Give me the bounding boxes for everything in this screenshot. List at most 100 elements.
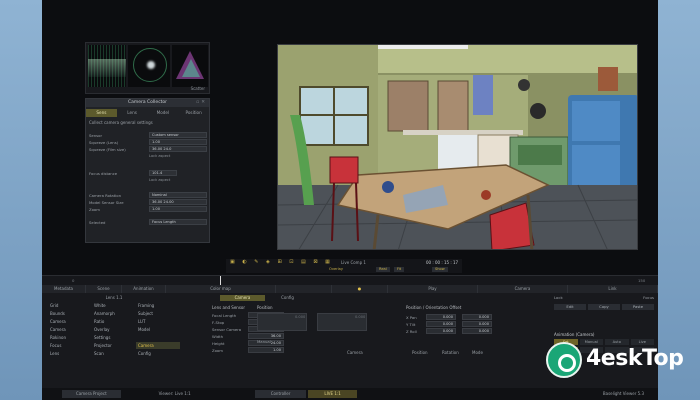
- transport-icons[interactable]: ▣ ◐ ✎ ◈ ⊞ ⊡ ▤ ⊠ ▦: [230, 259, 333, 266]
- watermark-logo-icon: [546, 342, 582, 378]
- toolbar-empty-1[interactable]: [276, 285, 332, 293]
- paste-button[interactable]: Paste: [622, 304, 654, 310]
- watermark: 4eskTop: [546, 340, 696, 378]
- position-value: 0.000: [355, 315, 366, 319]
- timeline-ruler[interactable]: 0 150: [42, 275, 658, 286]
- show-button[interactable]: Show: [432, 267, 448, 272]
- vectorscope: [128, 45, 170, 87]
- library-item[interactable]: Ratio: [92, 318, 136, 325]
- library-item[interactable]: Anamorph: [92, 310, 136, 317]
- toolbar-indicator[interactable]: ●: [332, 285, 388, 293]
- library-item[interactable]: Overlay: [92, 326, 136, 333]
- lock-aspect-checkbox[interactable]: Lock aspect: [149, 154, 170, 158]
- focus-distance-field[interactable]: 101.4: [149, 170, 177, 176]
- squeeze-lens-field[interactable]: 1.00: [149, 139, 207, 145]
- field-label: Focus distance: [89, 171, 118, 176]
- library-item[interactable]: Rokinon: [48, 334, 92, 341]
- library-item[interactable]: Focus: [48, 342, 92, 349]
- playback-bar: ▣ ◐ ✎ ◈ ⊞ ⊡ ▤ ⊠ ▦ Live Comp 1 00 : 00 : …: [226, 259, 462, 273]
- camera-tabs: Sens Lens Model Position: [86, 109, 209, 117]
- live-mode-button[interactable]: LIVE 1:1: [308, 390, 357, 398]
- form-row-squeeze-lens: Squeeze (Lens) 1.00: [89, 139, 207, 146]
- scopes-label[interactable]: Scatter: [191, 86, 205, 91]
- panel-title-bar[interactable]: Camera Collector ▫✕: [86, 99, 209, 107]
- form-row-selected: Selected Focus Length: [89, 219, 207, 226]
- section-tab-rotation[interactable]: Rotation: [442, 349, 459, 356]
- controller-mode-button[interactable]: Controller: [254, 390, 307, 398]
- lock-aspect-checkbox-2[interactable]: Lock aspect: [149, 178, 170, 182]
- tab-config[interactable]: Config: [265, 295, 310, 301]
- position-mode[interactable]: Manual: [257, 339, 271, 344]
- model-sensor-field[interactable]: 36.00 24.00: [149, 199, 207, 205]
- panel-subtitle: Collect camera general settings: [89, 120, 153, 125]
- copy-button[interactable]: Copy: [588, 304, 620, 310]
- toolbar-colormap[interactable]: Color map: [166, 285, 276, 293]
- toolbar-play[interactable]: Play: [388, 285, 478, 293]
- camera-collector-panel: Camera Collector ▫✕ Sens Lens Model Posi…: [85, 98, 210, 243]
- library-item[interactable]: Bounds: [48, 310, 92, 317]
- param-label: Z Roll: [406, 329, 417, 334]
- library-item[interactable]: White: [92, 302, 136, 309]
- clip-name: Live Comp 1: [341, 260, 366, 265]
- viewer-canvas[interactable]: [277, 44, 638, 250]
- form-row-zoom: Zoom 1.00: [89, 206, 207, 213]
- library-item[interactable]: LUT: [136, 318, 180, 325]
- version-label: Baselight Viewer 5.3: [602, 391, 644, 396]
- camera-project-button[interactable]: Camera Project: [62, 390, 121, 398]
- tab-position[interactable]: Position: [178, 109, 209, 117]
- ytilt-b[interactable]: 0.000: [462, 321, 492, 327]
- edit-buttons: Edit Copy Paste: [554, 304, 654, 310]
- focus-label[interactable]: Focus: [643, 295, 654, 300]
- section-tab-camera[interactable]: Camera: [347, 349, 363, 356]
- form-row-lock-aspect: Lock aspect: [89, 153, 206, 160]
- window-buttons[interactable]: ▫✕: [196, 99, 207, 107]
- lock-label[interactable]: Lock: [554, 295, 563, 300]
- param-label: Height: [212, 341, 225, 346]
- library-item[interactable]: Grid: [48, 302, 92, 309]
- selected-select[interactable]: Focus Length: [149, 219, 207, 225]
- zroll-a[interactable]: 0.000: [426, 328, 456, 334]
- film-size-field[interactable]: 36.00 24.0: [149, 146, 207, 152]
- viewer-label: Viewer: Live 1:1: [158, 391, 191, 396]
- tab-lens[interactable]: Lens: [117, 109, 148, 117]
- section-tab-position[interactable]: Position: [412, 349, 428, 356]
- sensor-select[interactable]: Custom sensor: [149, 132, 207, 138]
- library-item[interactable]: Framing: [136, 302, 180, 309]
- lens-library: Lens 1.1 Grid White Framing Bounds Anamo…: [48, 295, 180, 356]
- tab-sens[interactable]: Sens: [86, 109, 117, 117]
- toolbar-animation[interactable]: Animation: [122, 285, 166, 293]
- xpan-a[interactable]: 0.000: [426, 314, 456, 320]
- library-item[interactable]: [136, 334, 180, 341]
- ytilt-a[interactable]: 0.000: [426, 321, 456, 327]
- desktop-background-left: [0, 0, 42, 400]
- watermark-text: 4eskTop: [586, 346, 684, 371]
- library-item-selected[interactable]: Camera: [136, 342, 180, 349]
- param-label: Sensor Camera: [212, 327, 242, 332]
- library-item[interactable]: Projector: [92, 342, 136, 349]
- library-item[interactable]: Model: [136, 326, 180, 333]
- library-item[interactable]: Settings: [92, 334, 136, 341]
- toolbar-metadata[interactable]: Metadata: [42, 285, 86, 293]
- form-row-film-size: Squeeze (Film size) 36.00 24.0: [89, 146, 207, 153]
- toolbar-camera[interactable]: Camera: [478, 285, 568, 293]
- xpan-b[interactable]: 0.000: [462, 314, 492, 320]
- tab-camera[interactable]: Camera: [220, 295, 265, 301]
- zoom-field[interactable]: 1.00: [149, 206, 207, 212]
- color-gamut-scope: [172, 45, 208, 87]
- edit-button[interactable]: Edit: [554, 304, 586, 310]
- section-tab-mode[interactable]: Mode: [472, 349, 483, 356]
- library-item[interactable]: Camera: [48, 326, 92, 333]
- field-label: Sensor: [89, 133, 103, 138]
- toolbar-scene[interactable]: Scene: [86, 285, 122, 293]
- library-item[interactable]: Camera: [48, 318, 92, 325]
- fit-button[interactable]: Fit: [394, 267, 405, 272]
- zroll-b[interactable]: 0.000: [462, 328, 492, 334]
- camera-rotation-select[interactable]: Nominal: [149, 192, 207, 198]
- tab-model[interactable]: Model: [148, 109, 179, 117]
- real-button[interactable]: Real: [376, 267, 390, 272]
- toolbar-link[interactable]: Link: [568, 285, 658, 293]
- section-title: Position: [257, 305, 273, 310]
- overlay-label[interactable]: Overlay: [326, 267, 346, 272]
- rotation-row: Y Tilt 0.000 0.000: [406, 321, 546, 328]
- library-item[interactable]: Subject: [136, 310, 180, 317]
